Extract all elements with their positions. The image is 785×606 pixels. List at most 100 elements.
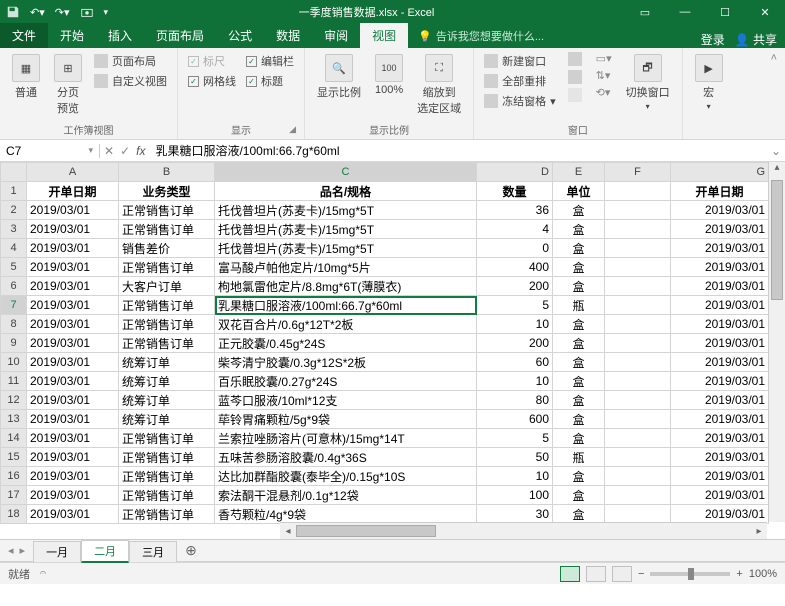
cell[interactable]: 盒 bbox=[553, 391, 605, 410]
cell[interactable] bbox=[605, 372, 671, 391]
cell[interactable] bbox=[605, 277, 671, 296]
cell[interactable]: 10 bbox=[477, 315, 553, 334]
cell[interactable]: 2019/03/01 bbox=[671, 277, 769, 296]
cell[interactable] bbox=[605, 315, 671, 334]
cell[interactable]: 统筹订单 bbox=[119, 372, 215, 391]
cell[interactable]: 2019/03/01 bbox=[27, 353, 119, 372]
arrange-all-button[interactable]: 全部重排 bbox=[482, 72, 558, 90]
cell[interactable]: 2019/03/01 bbox=[671, 258, 769, 277]
cell[interactable]: 统筹订单 bbox=[119, 353, 215, 372]
row-header[interactable]: 13 bbox=[1, 410, 27, 429]
zoom-level[interactable]: 100% bbox=[749, 568, 777, 580]
cell[interactable]: 销售差价 bbox=[119, 239, 215, 258]
cell[interactable]: 2019/03/01 bbox=[27, 334, 119, 353]
cell[interactable]: 2019/03/01 bbox=[671, 201, 769, 220]
cell[interactable]: 盒 bbox=[553, 467, 605, 486]
cell[interactable]: 乳果糖口服溶液/100ml:66.7g*60ml bbox=[215, 296, 477, 315]
cell[interactable]: 正常销售订单 bbox=[119, 296, 215, 315]
column-header[interactable]: G bbox=[671, 163, 769, 182]
sheet-tab-mar[interactable]: 三月 bbox=[129, 541, 177, 562]
tab-review[interactable]: 审阅 bbox=[312, 23, 360, 48]
cell[interactable]: 正常销售订单 bbox=[119, 448, 215, 467]
cell[interactable]: 品名/规格 bbox=[215, 182, 477, 201]
cell[interactable]: 达比加群酯胶囊(泰毕全)/0.15g*10S bbox=[215, 467, 477, 486]
cell[interactable]: 2019/03/01 bbox=[27, 467, 119, 486]
row-header[interactable]: 2 bbox=[1, 201, 27, 220]
cell[interactable]: 2019/03/01 bbox=[27, 201, 119, 220]
cell[interactable]: 盒 bbox=[553, 334, 605, 353]
cell[interactable]: 五味苦参肠溶胶囊/0.4g*36S bbox=[215, 448, 477, 467]
cell[interactable] bbox=[605, 505, 671, 524]
cell[interactable]: 2019/03/01 bbox=[671, 296, 769, 315]
cell[interactable] bbox=[605, 296, 671, 315]
row-header[interactable]: 6 bbox=[1, 277, 27, 296]
row-header[interactable]: 1 bbox=[1, 182, 27, 201]
cell[interactable]: 2019/03/01 bbox=[27, 429, 119, 448]
cell[interactable]: 30 bbox=[477, 505, 553, 524]
cell[interactable]: 5 bbox=[477, 429, 553, 448]
cell[interactable]: 大客户订单 bbox=[119, 277, 215, 296]
cell[interactable]: 200 bbox=[477, 334, 553, 353]
fx-icon[interactable]: fx bbox=[136, 144, 145, 158]
zoom-100-button[interactable]: 100100% bbox=[371, 52, 407, 98]
cell[interactable]: 2019/03/01 bbox=[27, 239, 119, 258]
cell[interactable]: 盒 bbox=[553, 353, 605, 372]
headings-checkbox[interactable]: ✓标题 bbox=[244, 72, 296, 90]
cell[interactable]: 2019/03/01 bbox=[671, 505, 769, 524]
column-header[interactable]: A bbox=[27, 163, 119, 182]
row-header[interactable]: 18 bbox=[1, 505, 27, 524]
save-icon[interactable] bbox=[6, 5, 20, 19]
row-header[interactable]: 15 bbox=[1, 448, 27, 467]
cell[interactable] bbox=[605, 201, 671, 220]
tab-pagelayout[interactable]: 页面布局 bbox=[144, 23, 216, 48]
cell[interactable]: 数量 bbox=[477, 182, 553, 201]
undo-icon[interactable]: ↶▾ bbox=[30, 6, 45, 19]
cell[interactable]: 单位 bbox=[553, 182, 605, 201]
cell[interactable] bbox=[605, 486, 671, 505]
enter-icon[interactable]: ✓ bbox=[120, 144, 130, 158]
cell[interactable]: 2019/03/01 bbox=[671, 220, 769, 239]
cell[interactable]: 盒 bbox=[553, 277, 605, 296]
cell[interactable]: 4 bbox=[477, 220, 553, 239]
cell[interactable]: 正常销售订单 bbox=[119, 201, 215, 220]
cell[interactable]: 正常销售订单 bbox=[119, 486, 215, 505]
cell[interactable]: 兰索拉唑肠溶片(可意林)/15mg*14T bbox=[215, 429, 477, 448]
cell[interactable]: 50 bbox=[477, 448, 553, 467]
row-header[interactable]: 16 bbox=[1, 467, 27, 486]
tab-view[interactable]: 视图 bbox=[360, 23, 408, 48]
zoom-to-selection-button[interactable]: ⛶缩放到 选定区域 bbox=[413, 52, 465, 118]
login-link[interactable]: 登录 bbox=[701, 31, 725, 48]
cell[interactable]: 2019/03/01 bbox=[27, 296, 119, 315]
column-header[interactable]: D bbox=[477, 163, 553, 182]
cell[interactable]: 业务类型 bbox=[119, 182, 215, 201]
cell[interactable]: 60 bbox=[477, 353, 553, 372]
row-header[interactable]: 11 bbox=[1, 372, 27, 391]
cell[interactable] bbox=[605, 353, 671, 372]
cell[interactable]: 盒 bbox=[553, 429, 605, 448]
cell[interactable]: 正常销售订单 bbox=[119, 505, 215, 524]
cancel-icon[interactable]: ✕ bbox=[104, 144, 114, 158]
cell[interactable]: 托伐普坦片(苏麦卡)/15mg*5T bbox=[215, 220, 477, 239]
dialog-launcher-icon[interactable]: ◢ bbox=[289, 124, 296, 135]
sheet-tab-feb[interactable]: 二月 bbox=[81, 540, 129, 563]
cell[interactable] bbox=[605, 410, 671, 429]
cell[interactable]: 盒 bbox=[553, 258, 605, 277]
cell[interactable]: 开单日期 bbox=[27, 182, 119, 201]
row-header[interactable]: 3 bbox=[1, 220, 27, 239]
cell[interactable]: 0 bbox=[477, 239, 553, 258]
cell[interactable] bbox=[605, 429, 671, 448]
cell[interactable]: 托伐普坦片(苏麦卡)/15mg*5T bbox=[215, 201, 477, 220]
redo-icon[interactable]: ↷▾ bbox=[55, 6, 70, 19]
cell[interactable]: 2019/03/01 bbox=[27, 410, 119, 429]
page-layout-button[interactable]: 页面布局 bbox=[92, 52, 169, 70]
cell[interactable]: 百乐眠胶囊/0.27g*24S bbox=[215, 372, 477, 391]
cell[interactable] bbox=[605, 391, 671, 410]
cell[interactable]: 2019/03/01 bbox=[27, 258, 119, 277]
cell[interactable] bbox=[605, 258, 671, 277]
cell[interactable]: 正元胶囊/0.45g*24S bbox=[215, 334, 477, 353]
cell[interactable]: 正常销售订单 bbox=[119, 315, 215, 334]
cell[interactable]: 正常销售订单 bbox=[119, 429, 215, 448]
scroll-left-icon[interactable]: ◂ bbox=[280, 526, 296, 537]
column-header[interactable]: E bbox=[553, 163, 605, 182]
cell[interactable]: 400 bbox=[477, 258, 553, 277]
